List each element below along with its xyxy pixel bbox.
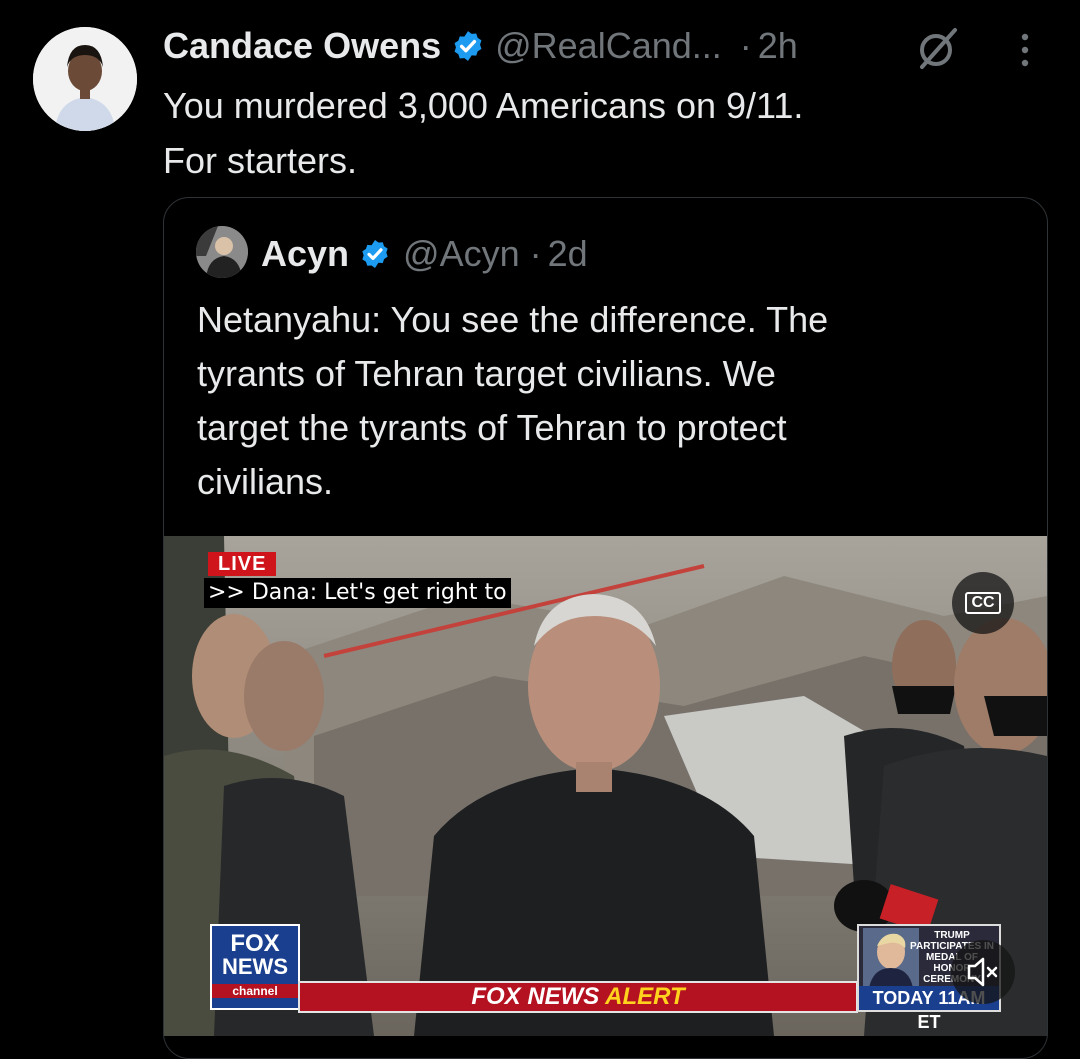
alert-brand: FOX NEWS (471, 983, 600, 1010)
closed-captions-button[interactable]: CC (952, 572, 1014, 634)
video-player[interactable]: LIVE >> Dana: Let's get right to CC FOX … (164, 536, 1047, 1036)
quoted-author-avatar[interactable] (196, 226, 248, 278)
separator-dot: · (739, 25, 752, 66)
muted-speaker-icon (967, 957, 998, 987)
quoted-tweet-card[interactable]: Acyn @Acyn · 2d Netanyahu: You see the d… (163, 197, 1048, 1059)
verified-badge-icon (454, 31, 482, 61)
alert-word: ALERT (605, 983, 685, 1010)
quoted-author-name[interactable]: Acyn (261, 233, 349, 275)
fox-news-logo: FOX NEWS channel (210, 924, 300, 1010)
tweet-text: You murdered 3,000 Americans on 9/11. Fo… (163, 85, 804, 181)
grok-icon[interactable] (915, 25, 961, 71)
quoted-avatar-portrait (196, 226, 248, 278)
author-name[interactable]: Candace Owens (163, 25, 441, 67)
fox-logo-line2: NEWS (222, 954, 288, 979)
live-badge: LIVE (208, 552, 277, 576)
fox-logo-line1: FOX (230, 930, 280, 957)
tweet-header: Candace Owens @RealCand... · 2h (163, 20, 798, 72)
quoted-timestamp[interactable]: 2d (548, 233, 588, 275)
quoted-author-handle[interactable]: @Acyn (403, 233, 520, 275)
timestamp[interactable]: 2h (758, 25, 798, 67)
verified-badge-icon (362, 240, 388, 268)
quoted-tweet-text: Netanyahu: You see the difference. The t… (197, 299, 829, 502)
quoted-tweet-header: Acyn @Acyn · 2d (261, 228, 588, 280)
more-options-icon[interactable] (1014, 30, 1036, 70)
cc-icon: CC (965, 592, 1001, 614)
avatar-portrait (33, 27, 137, 131)
mute-button[interactable] (951, 940, 1015, 1004)
author-avatar[interactable] (33, 27, 137, 131)
news-alert-banner: FOX NEWS ALERT (298, 981, 858, 1013)
closed-caption-text: >> Dana: Let's get right to (204, 578, 511, 608)
separator-dot: · (529, 233, 542, 274)
fox-logo-line3: channel (212, 984, 298, 998)
author-handle[interactable]: @RealCand... (495, 25, 722, 67)
